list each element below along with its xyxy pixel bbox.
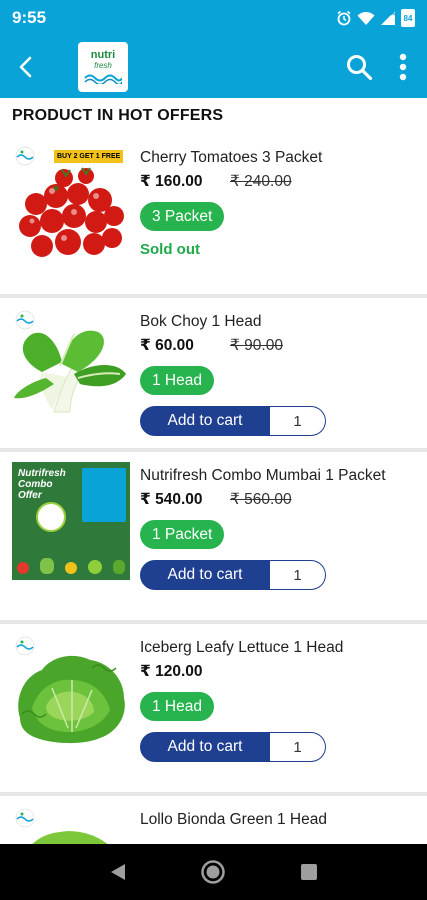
price-row: ₹ 540.00 ₹ 560.00: [140, 490, 417, 510]
lollo-bionda-image: [32, 831, 108, 844]
combo-vegetables: [12, 548, 130, 574]
product-price: ₹ 60.00: [140, 337, 194, 354]
system-nav-bar: [0, 844, 427, 900]
product-info: Iceberg Leafy Lettuce 1 Head ₹ 120.00 1 …: [140, 638, 417, 762]
product-name[interactable]: Lollo Bionda Green 1 Head: [140, 810, 417, 829]
price-row: ₹ 60.00 ₹ 90.00: [140, 336, 417, 356]
product-name[interactable]: Cherry Tomatoes 3 Packet: [140, 148, 417, 167]
product-card[interactable]: Lollo Bionda Green 1 Head: [0, 796, 427, 844]
variant-chip[interactable]: 3 Packet: [140, 202, 225, 231]
status-icons: 84: [336, 9, 415, 27]
variant-chip[interactable]: 1 Packet: [140, 520, 225, 549]
add-to-cart-button[interactable]: Add to cart: [140, 732, 270, 762]
offer-badge: BUY 2 GET 1 FREE: [54, 150, 124, 163]
product-list[interactable]: BUY 2 GET 1 FREE Cherry Tomatoes 3 Packe…: [0, 134, 427, 844]
status-bar: 9:55 84: [0, 0, 427, 36]
product-name[interactable]: Iceberg Leafy Lettuce 1 Head: [140, 638, 417, 657]
product-card[interactable]: Bok Choy 1 Head ₹ 60.00 ₹ 90.00 1 Head A…: [0, 298, 427, 452]
product-price: ₹ 120.00: [140, 663, 203, 680]
logo-wave-icon: [84, 74, 122, 84]
add-to-cart-button[interactable]: Add to cart: [140, 560, 270, 590]
price-row: ₹ 120.00: [140, 662, 417, 682]
product-info: Cherry Tomatoes 3 Packet ₹ 160.00 ₹ 240.…: [140, 148, 417, 258]
tomato-image: [19, 167, 124, 257]
combo-offer-title: Nutrifresh Combo Offer: [18, 468, 66, 501]
search-button[interactable]: [337, 36, 381, 98]
app-bar: nutri fresh: [0, 36, 427, 98]
product-image[interactable]: [12, 310, 130, 430]
cart-row: Add to cart 1: [140, 560, 417, 590]
product-card[interactable]: Nutrifresh Combo Offer Nutrifresh Combo …: [0, 452, 427, 624]
logo-text-primary: nutri: [90, 49, 116, 61]
wifi-icon: [357, 11, 375, 26]
alarm-icon: [336, 10, 352, 26]
sold-out-label: Sold out: [140, 241, 200, 258]
product-card[interactable]: BUY 2 GET 1 FREE Cherry Tomatoes 3 Packe…: [0, 134, 427, 298]
product-mrp: ₹ 560.00: [230, 491, 292, 508]
combo-poster-panel: [82, 468, 126, 522]
product-price: ₹ 540.00: [140, 491, 203, 508]
quantity-field[interactable]: 1: [270, 560, 326, 590]
product-name[interactable]: Bok Choy 1 Head: [140, 312, 417, 331]
logo-text-secondary: fresh: [94, 61, 112, 70]
product-price: ₹ 160.00: [140, 173, 203, 190]
lettuce-image: [18, 655, 125, 744]
product-info: Bok Choy 1 Head ₹ 60.00 ₹ 90.00 1 Head A…: [140, 312, 417, 436]
back-button[interactable]: [0, 36, 52, 98]
nav-home-icon: [201, 860, 226, 884]
product-info: Lollo Bionda Green 1 Head: [140, 810, 417, 829]
product-card[interactable]: Iceberg Leafy Lettuce 1 Head ₹ 120.00 1 …: [0, 624, 427, 796]
app-logo[interactable]: nutri fresh: [78, 42, 128, 92]
product-info: Nutrifresh Combo Mumbai 1 Packet ₹ 540.0…: [140, 466, 417, 590]
more-options-button[interactable]: [381, 36, 425, 98]
nav-recents-button[interactable]: [289, 852, 329, 892]
section-title: PRODUCT IN HOT OFFERS: [12, 107, 224, 124]
back-arrow-icon: [19, 56, 32, 78]
bok-choy-image: [14, 330, 126, 413]
nav-back-button[interactable]: [98, 852, 138, 892]
product-mrp: ₹ 90.00: [230, 337, 283, 354]
quantity-field[interactable]: 1: [270, 406, 326, 436]
product-name[interactable]: Nutrifresh Combo Mumbai 1 Packet: [140, 466, 417, 485]
variant-chip[interactable]: 1 Head: [140, 692, 214, 721]
brand-mini-logo-icon: [15, 146, 35, 166]
product-image[interactable]: BUY 2 GET 1 FREE: [12, 146, 130, 266]
quantity-field[interactable]: 1: [270, 732, 326, 762]
combo-logo-circle: [36, 502, 66, 532]
search-icon: [347, 55, 373, 81]
product-mrp: ₹ 240.00: [230, 173, 292, 190]
price-row: ₹ 160.00 ₹ 240.00: [140, 172, 417, 192]
product-image[interactable]: [12, 808, 130, 844]
status-time: 9:55: [12, 8, 47, 27]
battery-icon: 84: [401, 9, 415, 27]
signal-icon: [380, 10, 396, 26]
cart-row: Add to cart 1: [140, 406, 417, 436]
variant-chip[interactable]: 1 Head: [140, 366, 214, 395]
add-to-cart-button[interactable]: Add to cart: [140, 406, 270, 436]
nav-home-button[interactable]: [193, 852, 233, 892]
offer-badge-label: BUY 2 GET 1 FREE: [57, 153, 121, 160]
product-image[interactable]: Nutrifresh Combo Offer: [12, 462, 130, 582]
product-image[interactable]: [12, 636, 130, 756]
nav-recents-icon: [301, 864, 318, 880]
nav-back-icon: [110, 864, 125, 880]
more-vert-icon: [399, 53, 407, 81]
cart-row: Add to cart 1: [140, 732, 417, 762]
combo-offer-image: Nutrifresh Combo Offer: [12, 462, 130, 580]
